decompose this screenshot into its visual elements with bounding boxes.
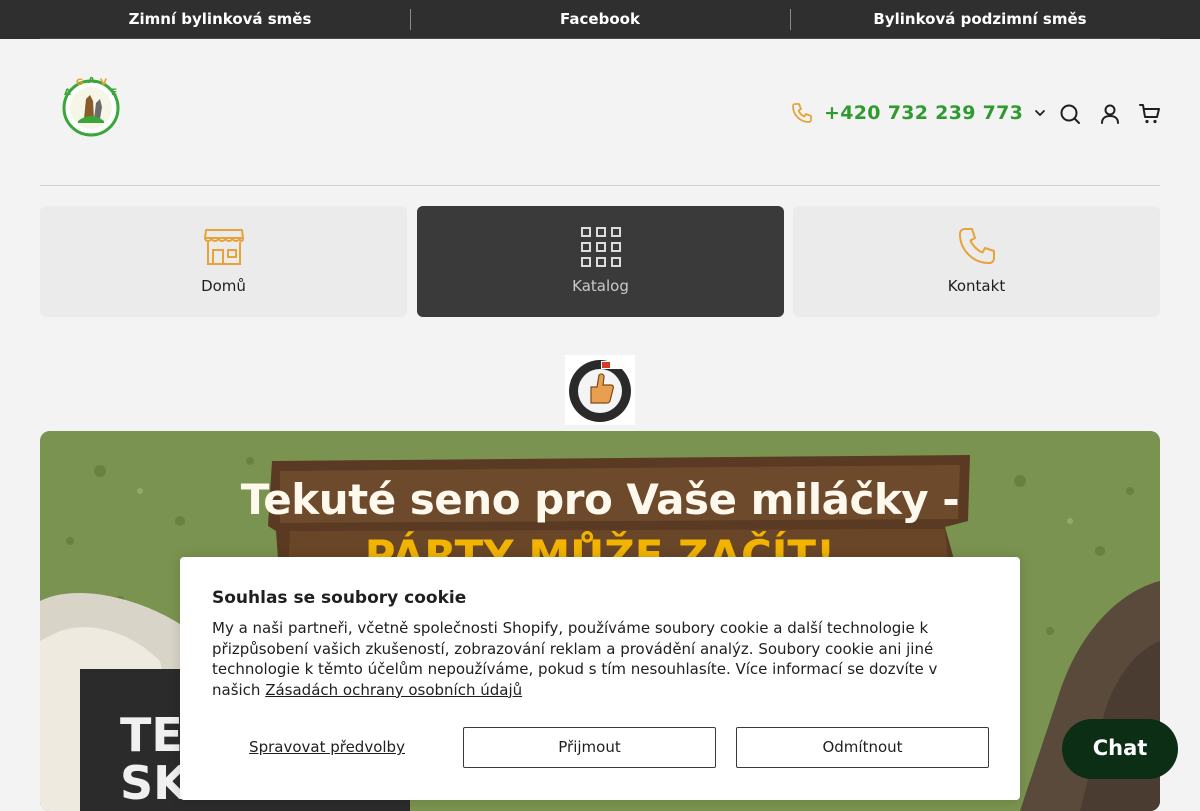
svg-text:A: A <box>88 77 95 86</box>
svg-text:A: A <box>64 88 71 98</box>
nav-card-label: Domů <box>201 277 246 295</box>
phone-icon <box>958 228 995 264</box>
phone-icon <box>792 103 812 123</box>
cookie-body: My a naši partneři, včetně společnosti S… <box>212 618 982 700</box>
cart-icon[interactable] <box>1138 102 1162 126</box>
topbar-divider <box>410 9 411 30</box>
manage-preferences-link[interactable]: Spravovat předvolby <box>212 727 442 767</box>
header-divider <box>40 185 1160 186</box>
store-icon <box>203 229 244 265</box>
site-header: A G A V E +420 732 239 773 <box>0 39 1200 186</box>
grid-icon <box>580 227 621 267</box>
privacy-policy-link[interactable]: Zásadách ochrany osobních údajů <box>265 681 522 699</box>
agave-logo[interactable]: A G A V E <box>60 77 122 137</box>
topbar-link-autumn-mix[interactable]: Bylinková podzimní směs <box>800 0 1160 39</box>
decline-button[interactable]: Odmítnout <box>736 727 989 768</box>
announcement-bar: Zimní bylinková směs Facebook Bylinková … <box>0 0 1200 39</box>
cookie-consent-dialog: Souhlas se soubory cookie My a naši part… <box>180 557 1020 800</box>
cookie-title: Souhlas se soubory cookie <box>212 588 467 608</box>
svg-text:E: E <box>111 88 117 98</box>
topbar-divider <box>790 9 791 30</box>
reliable-company-badge[interactable] <box>565 355 635 425</box>
nav-card-home[interactable]: Domů <box>40 206 407 317</box>
svg-text:V: V <box>100 78 107 88</box>
hero-title: Tekuté seno pro Vaše miláčky - <box>240 475 960 524</box>
nav-card-catalog[interactable]: Katalog <box>417 206 784 317</box>
nav-card-label: Katalog <box>572 277 629 295</box>
nav-card-label: Kontakt <box>947 277 1006 295</box>
account-icon[interactable] <box>1098 102 1122 126</box>
search-icon[interactable] <box>1058 102 1082 126</box>
accept-button[interactable]: Přijmout <box>463 727 716 768</box>
phone-number[interactable]: +420 732 239 773 <box>824 102 1023 124</box>
nav-card-contact[interactable]: Kontakt <box>793 206 1160 317</box>
svg-text:G: G <box>76 78 83 88</box>
chat-button[interactable]: Chat <box>1062 719 1178 779</box>
topbar-link-facebook[interactable]: Facebook <box>420 0 780 39</box>
chevron-down-icon <box>1035 110 1046 116</box>
phone-dropdown[interactable]: +420 732 239 773 <box>790 99 1047 127</box>
topbar-link-winter-mix[interactable]: Zimní bylinková směs <box>40 0 400 39</box>
